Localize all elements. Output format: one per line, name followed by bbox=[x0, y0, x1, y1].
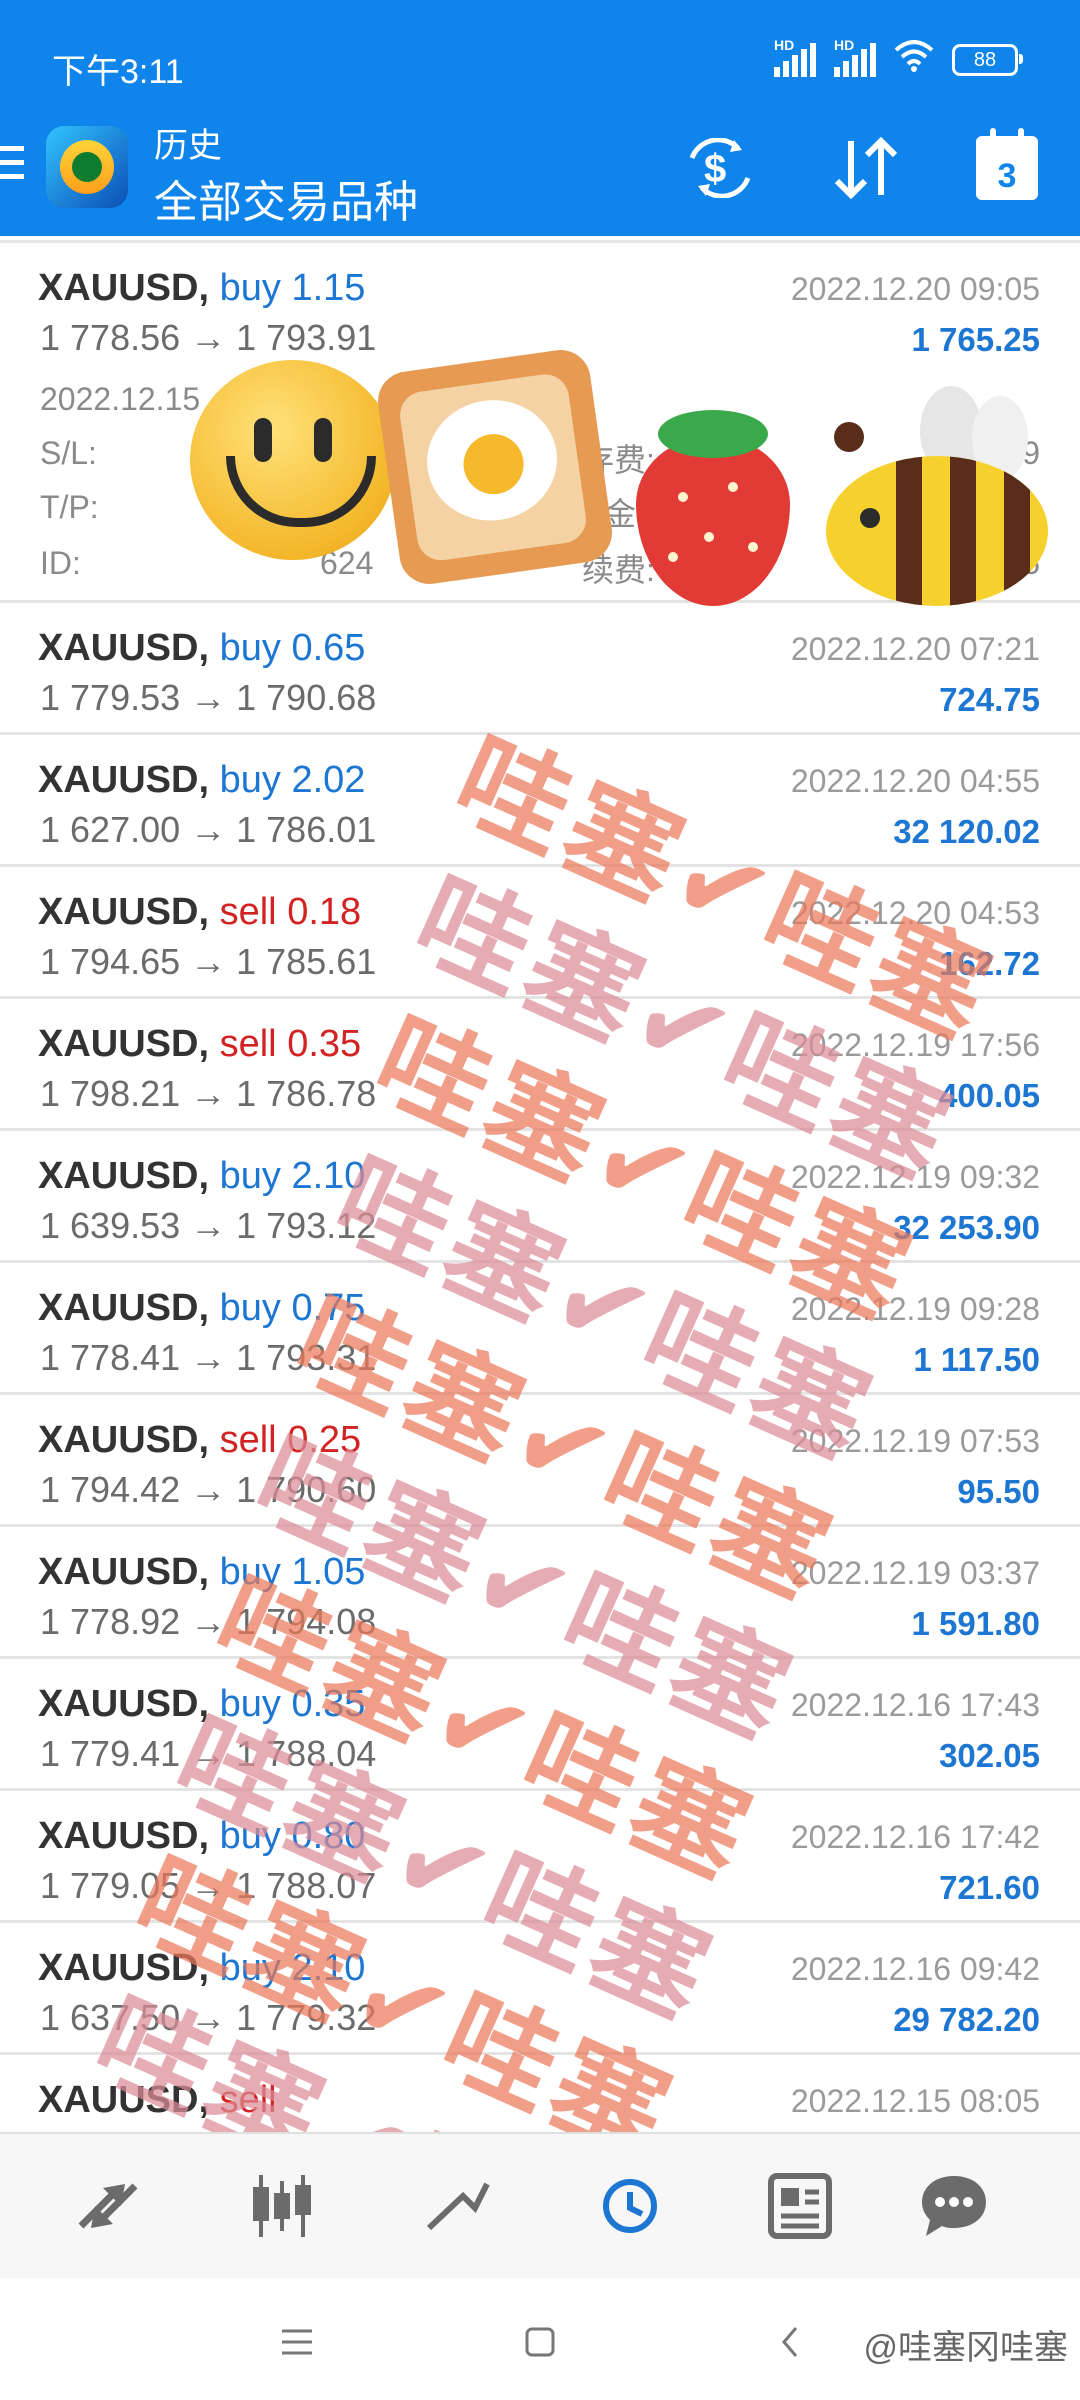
svg-text:$: $ bbox=[704, 147, 726, 191]
trade-datetime: 2022.12.16 17:43 bbox=[790, 1687, 1040, 1723]
trade-row[interactable]: XAUUSD, buy 2.02 1 627.00 → 1 786.01 202… bbox=[0, 735, 1080, 867]
trade-profit: 162.72 bbox=[939, 945, 1040, 982]
trade-datetime: 2022.12.19 03:37 bbox=[790, 1555, 1040, 1591]
trade-row[interactable]: XAUUSD, buy 0.80 1 779.05 → 1 788.07 202… bbox=[0, 1791, 1080, 1923]
trade-row[interactable]: XAUUSD, buy 1.05 1 778.92 → 1 794.08 202… bbox=[0, 1527, 1080, 1659]
trade-prices: 1 794.42 → 1 790.60 bbox=[40, 1469, 377, 1510]
trade-symbol: XAUUSD, buy 2.02 bbox=[38, 759, 366, 801]
trade-symbol: XAUUSD, buy 0.65 bbox=[38, 627, 366, 669]
tp-label: T/P: bbox=[40, 489, 99, 525]
trade-symbol: XAUUSD, sell bbox=[38, 2079, 277, 2121]
trade-row[interactable]: XAUUSD, buy 2.10 1 639.53 → 1 793.12 202… bbox=[0, 1131, 1080, 1263]
trade-profit: 1 117.50 bbox=[913, 1341, 1040, 1378]
app-logo bbox=[46, 126, 128, 208]
trade-symbol: XAUUSD, buy 0.80 bbox=[38, 1815, 366, 1857]
trade-prices: 1 779.41 → 1 788.04 bbox=[40, 1733, 377, 1774]
trade-symbol: XAUUSD, buy 0.75 bbox=[38, 1287, 366, 1329]
trade-datetime: 2022.12.16 09:42 bbox=[790, 1951, 1040, 1987]
trade-symbol: XAUUSD, buy 1.05 bbox=[38, 1551, 366, 1593]
trade-prices: 1 778.92 → 1 794.08 bbox=[40, 1601, 377, 1642]
trade-row[interactable]: XAUUSD, sell 0.25 1 794.42 → 1 790.60 20… bbox=[0, 1395, 1080, 1527]
trade-profit: 95.50 bbox=[957, 1473, 1040, 1510]
trade-symbol: XAUUSD, sell 0.18 bbox=[38, 891, 362, 933]
hd-label: HD bbox=[774, 37, 795, 53]
trade-prices: 1 798.21 → 1 786.78 bbox=[40, 1073, 377, 1114]
wifi-icon bbox=[894, 40, 934, 80]
bee-sticker bbox=[826, 380, 1066, 610]
trade-prices: 1 637.50 → 1 779.32 bbox=[40, 1997, 377, 2038]
trade-icon[interactable] bbox=[418, 2166, 498, 2246]
smiley-sticker bbox=[190, 360, 396, 560]
trade-symbol: XAUUSD, buy 2.10 bbox=[38, 1155, 366, 1197]
status-icons: HD HD 88 bbox=[774, 37, 1023, 80]
trade-datetime: 2022.12.19 09:28 bbox=[790, 1291, 1040, 1327]
sl-label: S/L: bbox=[40, 435, 97, 471]
trade-profit: 32 253.90 bbox=[893, 1209, 1040, 1246]
trade-prices: 1 778.41 → 1 793.31 bbox=[40, 1337, 377, 1378]
trade-prices: 1 639.53 → 1 793.12 bbox=[40, 1205, 377, 1246]
trade-profit: 29 782.20 bbox=[893, 2001, 1040, 2038]
trade-row[interactable]: XAUUSD, sell 0.18 1 794.65 → 1 785.61 20… bbox=[0, 867, 1080, 999]
symbol-filter[interactable]: 全部交易品种 bbox=[154, 166, 418, 230]
trade-profit: 724.75 bbox=[939, 681, 1040, 718]
trade-row[interactable]: XAUUSD, buy 0.35 1 779.41 → 1 788.04 202… bbox=[0, 1659, 1080, 1791]
history-icon[interactable] bbox=[590, 2166, 670, 2246]
egg-toast-sticker bbox=[374, 346, 616, 588]
trade-profit: 302.05 bbox=[939, 1737, 1040, 1774]
trade-symbol: XAUUSD, sell 0.25 bbox=[38, 1419, 362, 1461]
page-title: 历史 bbox=[154, 127, 222, 165]
battery-icon: 88 bbox=[952, 44, 1023, 76]
sort-icon[interactable] bbox=[826, 128, 906, 208]
trade-datetime: 2022.12.20 04:55 bbox=[790, 763, 1040, 799]
trade-prices: 1 794.65 → 1 785.61 bbox=[40, 941, 377, 982]
menu-icon[interactable] bbox=[0, 146, 24, 188]
bottom-nav bbox=[0, 2132, 1080, 2280]
id-label: ID: bbox=[40, 545, 81, 581]
trade-row[interactable]: XAUUSD, sell 0.35 1 798.21 → 1 786.78 20… bbox=[0, 999, 1080, 1131]
trade-symbol: XAUUSD, buy 2.10 bbox=[38, 1947, 366, 1989]
trade-profit: 721.60 bbox=[939, 1869, 1040, 1906]
open-time: 2022.12.15 bbox=[40, 381, 201, 417]
status-time: 下午3:11 bbox=[52, 53, 184, 91]
signal-icon: HD bbox=[774, 37, 816, 77]
watermark-credit: @哇塞冈哇塞 bbox=[863, 2329, 1068, 2367]
top-bar: 下午3:11 HD HD 88 历史 全部交易品种 $ 3 bbox=[0, 0, 1080, 236]
trade-row[interactable]: XAUUSD, buy 0.65 1 779.53 → 1 790.68 202… bbox=[0, 603, 1080, 735]
trade-datetime: 2022.12.19 07:53 bbox=[790, 1423, 1040, 1459]
trade-prices: 1 779.05 → 1 788.07 bbox=[40, 1865, 377, 1906]
system-nav-bar: @哇塞冈哇塞 bbox=[0, 2278, 1080, 2400]
trade-profit: 400.05 bbox=[939, 1077, 1040, 1114]
trade-symbol: XAUUSD, buy 1.15 bbox=[38, 267, 366, 309]
trade-symbol: XAUUSD, sell 0.35 bbox=[38, 1023, 362, 1065]
chart-icon[interactable] bbox=[242, 2166, 322, 2246]
trade-row[interactable]: XAUUSD, buy 2.10 1 637.50 → 1 779.32 202… bbox=[0, 1923, 1080, 2055]
hd-label-2: HD bbox=[834, 37, 855, 53]
trade-datetime: 2022.12.19 09:32 bbox=[790, 1159, 1040, 1195]
trade-datetime: 2022.12.15 08:05 bbox=[790, 2083, 1040, 2119]
trade-datetime: 2022.12.16 17:42 bbox=[790, 1819, 1040, 1855]
trade-symbol: XAUUSD, buy 0.35 bbox=[38, 1683, 366, 1725]
quotes-icon[interactable] bbox=[68, 2166, 148, 2246]
trade-prices: 1 778.56 → 1 793.91 bbox=[40, 317, 377, 358]
trade-datetime: 2022.12.20 04:53 bbox=[790, 895, 1040, 931]
chat-icon[interactable] bbox=[914, 2166, 994, 2246]
trade-prices: 1 627.00 → 1 786.01 bbox=[40, 809, 377, 850]
calendar-icon[interactable]: 3 bbox=[976, 128, 1038, 200]
trade-datetime: 2022.12.19 17:56 bbox=[790, 1027, 1040, 1063]
currency-swap-icon[interactable]: $ bbox=[680, 128, 760, 208]
news-icon[interactable] bbox=[760, 2166, 840, 2246]
trade-prices: 1 779.53 → 1 790.68 bbox=[40, 677, 377, 718]
recent-apps-button[interactable] bbox=[272, 2312, 322, 2372]
trade-profit: 32 120.02 bbox=[893, 813, 1040, 850]
trade-profit: 1 591.80 bbox=[911, 1605, 1040, 1642]
trade-datetime: 2022.12.20 07:21 bbox=[790, 631, 1040, 667]
home-button[interactable] bbox=[518, 2312, 562, 2372]
trade-row[interactable]: XAUUSD, buy 0.75 1 778.41 → 1 793.31 202… bbox=[0, 1263, 1080, 1395]
trade-profit: 1 765.25 bbox=[911, 321, 1040, 358]
signal-icon-2: HD bbox=[834, 37, 876, 77]
battery-level: 88 bbox=[973, 48, 997, 71]
trade-datetime: 2022.12.20 09:05 bbox=[790, 271, 1040, 307]
strawberry-sticker bbox=[628, 392, 798, 612]
back-button[interactable] bbox=[770, 2312, 810, 2372]
